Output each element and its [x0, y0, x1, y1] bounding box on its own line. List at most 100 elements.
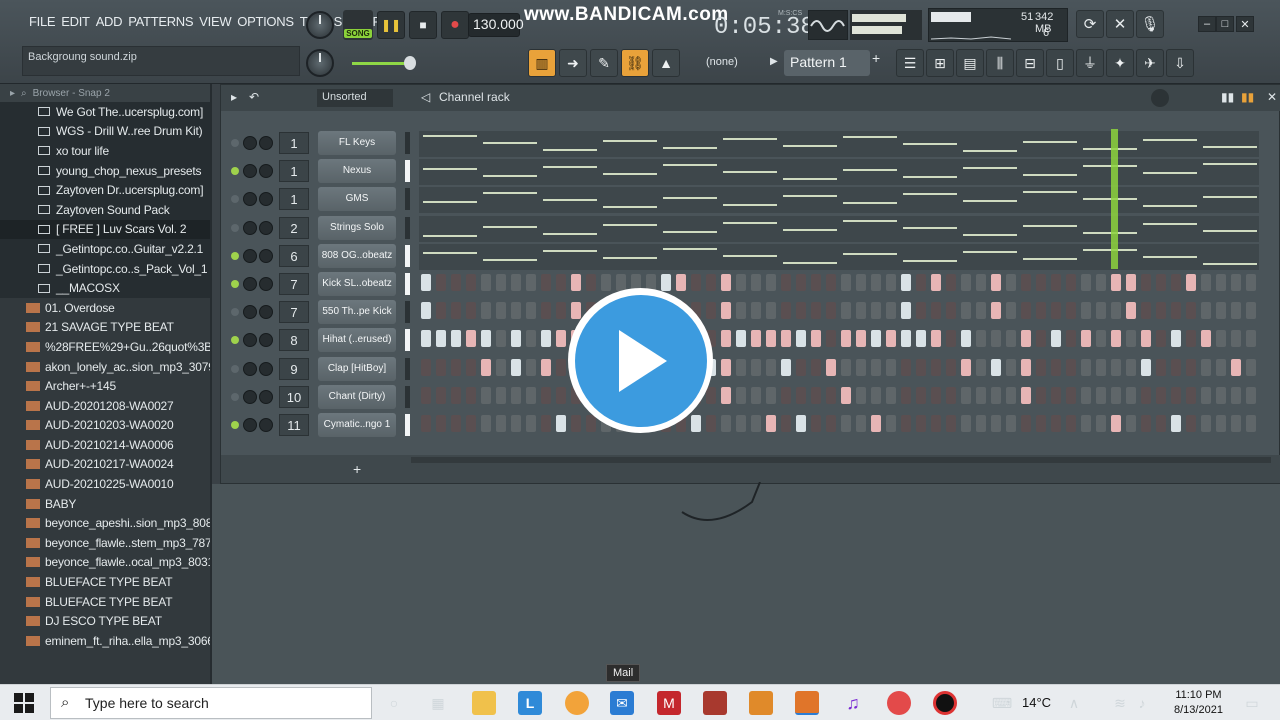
- master-pitch-knob[interactable]: [306, 49, 334, 77]
- step-button[interactable]: [796, 330, 806, 348]
- step-button[interactable]: [706, 415, 716, 432]
- record-button[interactable]: ●: [441, 11, 469, 39]
- browser-folder[interactable]: Zaytoven Dr..ucersplug.com]: [0, 180, 210, 200]
- step-button[interactable]: [1171, 415, 1181, 432]
- piano-roll-preview[interactable]: [419, 243, 1259, 270]
- channel-pan-knob[interactable]: [243, 164, 257, 179]
- channel-name-button[interactable]: Hihat (..erused): [318, 328, 396, 353]
- recorder-icon[interactable]: [933, 691, 957, 715]
- step-button[interactable]: [1021, 415, 1031, 432]
- master-slider[interactable]: [352, 62, 412, 65]
- step-button[interactable]: [1216, 330, 1226, 348]
- step-button[interactable]: [1111, 386, 1121, 404]
- step-button[interactable]: [691, 274, 701, 291]
- step-button[interactable]: [766, 302, 776, 320]
- fl-studio-icon[interactable]: [749, 691, 773, 715]
- step-button[interactable]: [706, 386, 716, 404]
- mixer-track-number[interactable]: 2: [279, 216, 309, 239]
- piano-roll-preview[interactable]: [419, 131, 1259, 157]
- step-button[interactable]: [1201, 302, 1211, 320]
- step-button[interactable]: [856, 386, 866, 404]
- step-button[interactable]: [1111, 274, 1121, 291]
- channel-name-button[interactable]: GMS: [318, 187, 396, 212]
- step-button[interactable]: [871, 386, 881, 404]
- step-button[interactable]: [796, 274, 806, 291]
- step-button[interactable]: [1141, 330, 1151, 348]
- channel-select[interactable]: [405, 301, 410, 324]
- step-button[interactable]: [721, 386, 731, 404]
- step-button[interactable]: [511, 274, 521, 291]
- step-button[interactable]: [1036, 386, 1046, 404]
- step-button[interactable]: [1216, 302, 1226, 320]
- step-button[interactable]: [1231, 302, 1241, 320]
- step-button[interactable]: [1186, 330, 1196, 348]
- step-button[interactable]: [526, 274, 536, 291]
- step-button[interactable]: [481, 415, 491, 432]
- step-button[interactable]: [886, 302, 896, 320]
- step-button[interactable]: [1111, 302, 1121, 320]
- step-button[interactable]: [481, 302, 491, 320]
- step-button[interactable]: [961, 358, 971, 376]
- step-button[interactable]: [1096, 302, 1106, 320]
- step-button[interactable]: [1006, 274, 1016, 291]
- step-button[interactable]: [781, 415, 791, 432]
- link-tool[interactable]: ⛓: [621, 49, 649, 77]
- channel-select[interactable]: [405, 273, 410, 295]
- channel-mute-led[interactable]: [231, 223, 239, 232]
- step-button[interactable]: [496, 274, 506, 291]
- add-pattern-button[interactable]: +: [872, 50, 890, 76]
- piano-roll-preview[interactable]: [419, 187, 1259, 214]
- browser-folder[interactable]: _Getintopc.co..s_Pack_Vol_1: [0, 258, 210, 279]
- step-button[interactable]: [1066, 302, 1076, 320]
- step-button[interactable]: [1171, 302, 1181, 320]
- network-icon[interactable]: ≋: [1108, 691, 1132, 715]
- taskbar-clock[interactable]: 11:10 PM 8/13/2021: [1174, 688, 1223, 718]
- step-button[interactable]: [601, 274, 611, 291]
- step-button[interactable]: [1231, 386, 1241, 404]
- channel-select[interactable]: [405, 357, 410, 380]
- game-icon[interactable]: [703, 691, 727, 715]
- step-button[interactable]: [1021, 358, 1031, 376]
- channel-name-button[interactable]: 808 OG..obeatz: [318, 243, 396, 268]
- step-button[interactable]: [1111, 415, 1121, 432]
- step-button[interactable]: [856, 274, 866, 291]
- step-button[interactable]: [556, 274, 566, 291]
- cortana-icon[interactable]: ○: [382, 691, 406, 715]
- step-button[interactable]: [466, 415, 476, 432]
- undo-history-button[interactable]: ⟳: [1076, 10, 1104, 38]
- step-button[interactable]: [481, 330, 491, 348]
- menu-options[interactable]: OPTIONS: [234, 14, 296, 29]
- task-view-icon[interactable]: ▦: [426, 691, 450, 715]
- step-button[interactable]: [436, 358, 446, 376]
- channel-pan-knob[interactable]: [243, 248, 257, 263]
- step-button[interactable]: [541, 415, 551, 432]
- menu-patterns[interactable]: PATTERNS: [125, 14, 196, 29]
- channel-name-button[interactable]: Clap [HitBoy]: [318, 356, 396, 381]
- step-button[interactable]: [916, 415, 926, 432]
- channel-select[interactable]: [405, 244, 410, 267]
- mixer-track-number[interactable]: 7: [279, 301, 309, 324]
- browser-folder[interactable]: __MACOSX: [0, 278, 210, 298]
- step-button[interactable]: [946, 386, 956, 404]
- step-button[interactable]: [1126, 358, 1136, 376]
- step-button[interactable]: [1246, 302, 1256, 320]
- video-play-button[interactable]: [568, 288, 713, 433]
- step-button[interactable]: [436, 302, 446, 320]
- step-button[interactable]: [1051, 274, 1061, 291]
- step-button[interactable]: [1111, 330, 1121, 348]
- step-button[interactable]: [1066, 330, 1076, 348]
- search-icon[interactable]: ⌕: [21, 88, 27, 99]
- step-button[interactable]: [736, 386, 746, 404]
- browser-folder[interactable]: We Got The..ucersplug.com]: [0, 102, 210, 122]
- volume-icon[interactable]: ♪: [1130, 691, 1154, 715]
- step-button[interactable]: [976, 386, 986, 404]
- channel-pan-knob[interactable]: [243, 220, 257, 235]
- master-slider-handle[interactable]: [404, 56, 416, 70]
- step-button[interactable]: [511, 386, 521, 404]
- step-button[interactable]: [481, 274, 491, 291]
- step-button[interactable]: [796, 386, 806, 404]
- browser-app-icon[interactable]: [565, 691, 589, 715]
- add-channel-button[interactable]: +: [353, 461, 361, 477]
- step-button[interactable]: [466, 358, 476, 376]
- close-rack-icon[interactable]: ✕: [1267, 90, 1277, 104]
